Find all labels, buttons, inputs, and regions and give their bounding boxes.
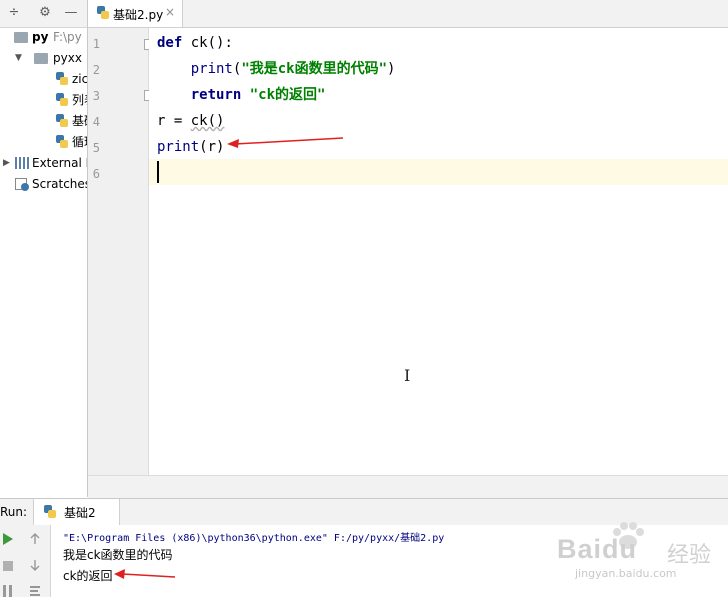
external-libraries-label: External L	[32, 156, 88, 170]
mouse-ibeam-cursor-icon: I	[404, 366, 411, 385]
line-number-gutter: 1 2 3 4 5 6	[88, 28, 155, 475]
project-panel: ÷ ⚙ — ▼ py F:\py ▼ pyxx zic 列表 基础 循环 ▶	[0, 0, 88, 497]
python-file-icon	[56, 135, 68, 149]
text-caret	[157, 161, 159, 183]
gear-icon[interactable]: ⚙	[37, 5, 53, 21]
soft-wrap-icon[interactable]	[29, 585, 41, 597]
python-file-icon	[56, 114, 68, 128]
python-file-icon	[56, 72, 68, 86]
root-path: F:\py	[53, 30, 82, 44]
close-icon[interactable]: ×	[165, 5, 175, 19]
editor-tabs: 基础2.py ×	[88, 0, 728, 28]
folder-name: pyxx	[53, 51, 82, 65]
project-toolbar: ÷ ⚙ —	[0, 0, 87, 28]
run-tab-label: 基础2	[64, 506, 96, 520]
code-editor[interactable]: def ck(): print("我是ck函数里的代码") return "ck…	[149, 28, 728, 475]
file-name: 列表	[72, 93, 87, 107]
scratches-icon	[15, 178, 29, 191]
code-line-2: print("我是ck函数里的代码")	[190, 61, 396, 77]
scratches-label: Scratches	[32, 177, 88, 191]
arrow-down-icon[interactable]	[29, 559, 41, 571]
code-line-3: return "ck的返回"	[190, 87, 326, 103]
code-line-1: def ck():	[157, 35, 233, 51]
pause-icon[interactable]	[2, 585, 14, 597]
root-name: py	[32, 30, 49, 44]
horizontal-scrollbar[interactable]	[88, 475, 728, 498]
python-file-icon	[44, 505, 56, 519]
tab-run-basics2[interactable]: 基础2	[33, 499, 120, 525]
code-line-5: print(r)	[157, 139, 225, 155]
line-number: 3	[92, 89, 100, 103]
python-file-icon	[97, 6, 109, 20]
line-number: 6	[92, 167, 100, 181]
chevron-right-icon[interactable]: ▶	[3, 158, 13, 168]
run-toolbar	[0, 525, 51, 597]
line-number: 2	[92, 63, 100, 77]
console-output-line: ck的返回	[63, 569, 113, 583]
folder-icon	[34, 53, 48, 64]
console-command-line: "E:\Program Files (x86)\python36\python.…	[63, 533, 445, 544]
annotation-arrow-icon	[227, 137, 344, 148]
watermark-cn: 经验	[667, 543, 712, 568]
line-number: 4	[92, 115, 100, 129]
console-output-line: 我是ck函数里的代码	[63, 548, 173, 562]
stop-icon[interactable]	[2, 560, 14, 572]
chevron-down-icon[interactable]: ▼	[15, 53, 25, 63]
file-name: zic	[72, 72, 88, 86]
file-name: 循环	[72, 135, 87, 149]
code-line-4: r = ck()	[157, 113, 225, 129]
file-name: 基础	[72, 114, 87, 128]
library-icon	[15, 157, 29, 169]
minimize-icon[interactable]: —	[63, 5, 79, 21]
watermark-url: jingyan.baidu.com	[575, 567, 677, 580]
tab-label: 基础2.py	[113, 8, 164, 22]
run-label: Run:	[0, 505, 28, 519]
python-file-icon	[56, 93, 68, 107]
folder-icon	[14, 32, 28, 43]
watermark-brand: Baidu	[557, 534, 638, 564]
line-number: 5	[92, 141, 100, 155]
line-number: 1	[92, 37, 100, 51]
arrow-up-icon[interactable]	[29, 533, 41, 545]
annotation-arrow-icon	[114, 569, 176, 579]
collapse-all-icon[interactable]: ÷	[6, 5, 22, 21]
run-icon[interactable]	[2, 533, 14, 545]
current-line-highlight	[149, 159, 728, 185]
tab-basics2[interactable]: 基础2.py ×	[88, 0, 183, 27]
baidu-watermark: Baidu 经验 jingyan.baidu.com	[555, 522, 728, 597]
